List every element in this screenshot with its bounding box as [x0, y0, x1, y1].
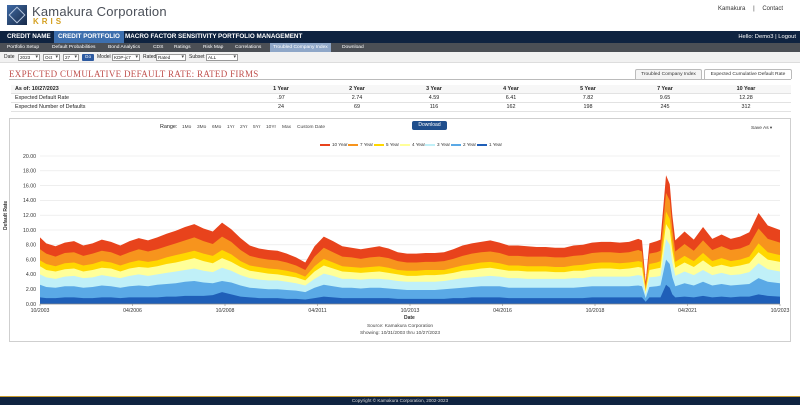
- x-tick-label: 04/2011: [308, 308, 326, 314]
- x-tick-label: 10/2023: [771, 308, 790, 314]
- x-axis-label: Date: [404, 315, 415, 321]
- y-tick-label: 6.00: [26, 257, 36, 263]
- page-footer: Copyright © Kamakura Corporation, 2002-2…: [0, 396, 800, 405]
- y-tick-label: 14.00: [23, 198, 36, 204]
- x-tick-label: 10/2013: [401, 308, 420, 314]
- y-tick-label: 4.00: [26, 272, 36, 278]
- y-tick-label: 12.00: [23, 213, 36, 219]
- default-rate-chart[interactable]: 0.00 2.00 4.00 6.00 8.00 10.00 12.00 14.00 16.00…: [0, 0, 800, 340]
- chart-date-range: Showing: 10/31/2003 thru 10/27/2023: [359, 331, 440, 336]
- y-tick-label: 16.00: [23, 183, 36, 189]
- y-tick-label: 8.00: [26, 243, 36, 249]
- y-tick-label: 18.00: [23, 169, 36, 175]
- y-tick-label: 0.00: [26, 302, 36, 308]
- page-root: Kamakura Corporation KRIS Kamakura | Con…: [0, 0, 800, 405]
- x-tick-label: 04/2006: [123, 308, 142, 314]
- y-tick-label: 10.00: [23, 228, 36, 234]
- x-tick-label: 10/2018: [586, 308, 605, 314]
- x-tick-label: 10/2008: [216, 308, 235, 314]
- x-tick-label: 04/2016: [493, 308, 512, 314]
- chart-source: Source: Kamakura Corporation: [366, 324, 434, 329]
- x-tick-label: 04/2021: [678, 308, 697, 314]
- y-axis-label: Default Rate: [3, 200, 9, 230]
- y-tick-label: 2.00: [26, 287, 36, 293]
- x-tick-label: 10/2003: [31, 308, 50, 314]
- y-tick-label: 20.00: [23, 154, 36, 160]
- copyright: Copyright © Kamakura Corporation, 2002-2…: [351, 398, 449, 403]
